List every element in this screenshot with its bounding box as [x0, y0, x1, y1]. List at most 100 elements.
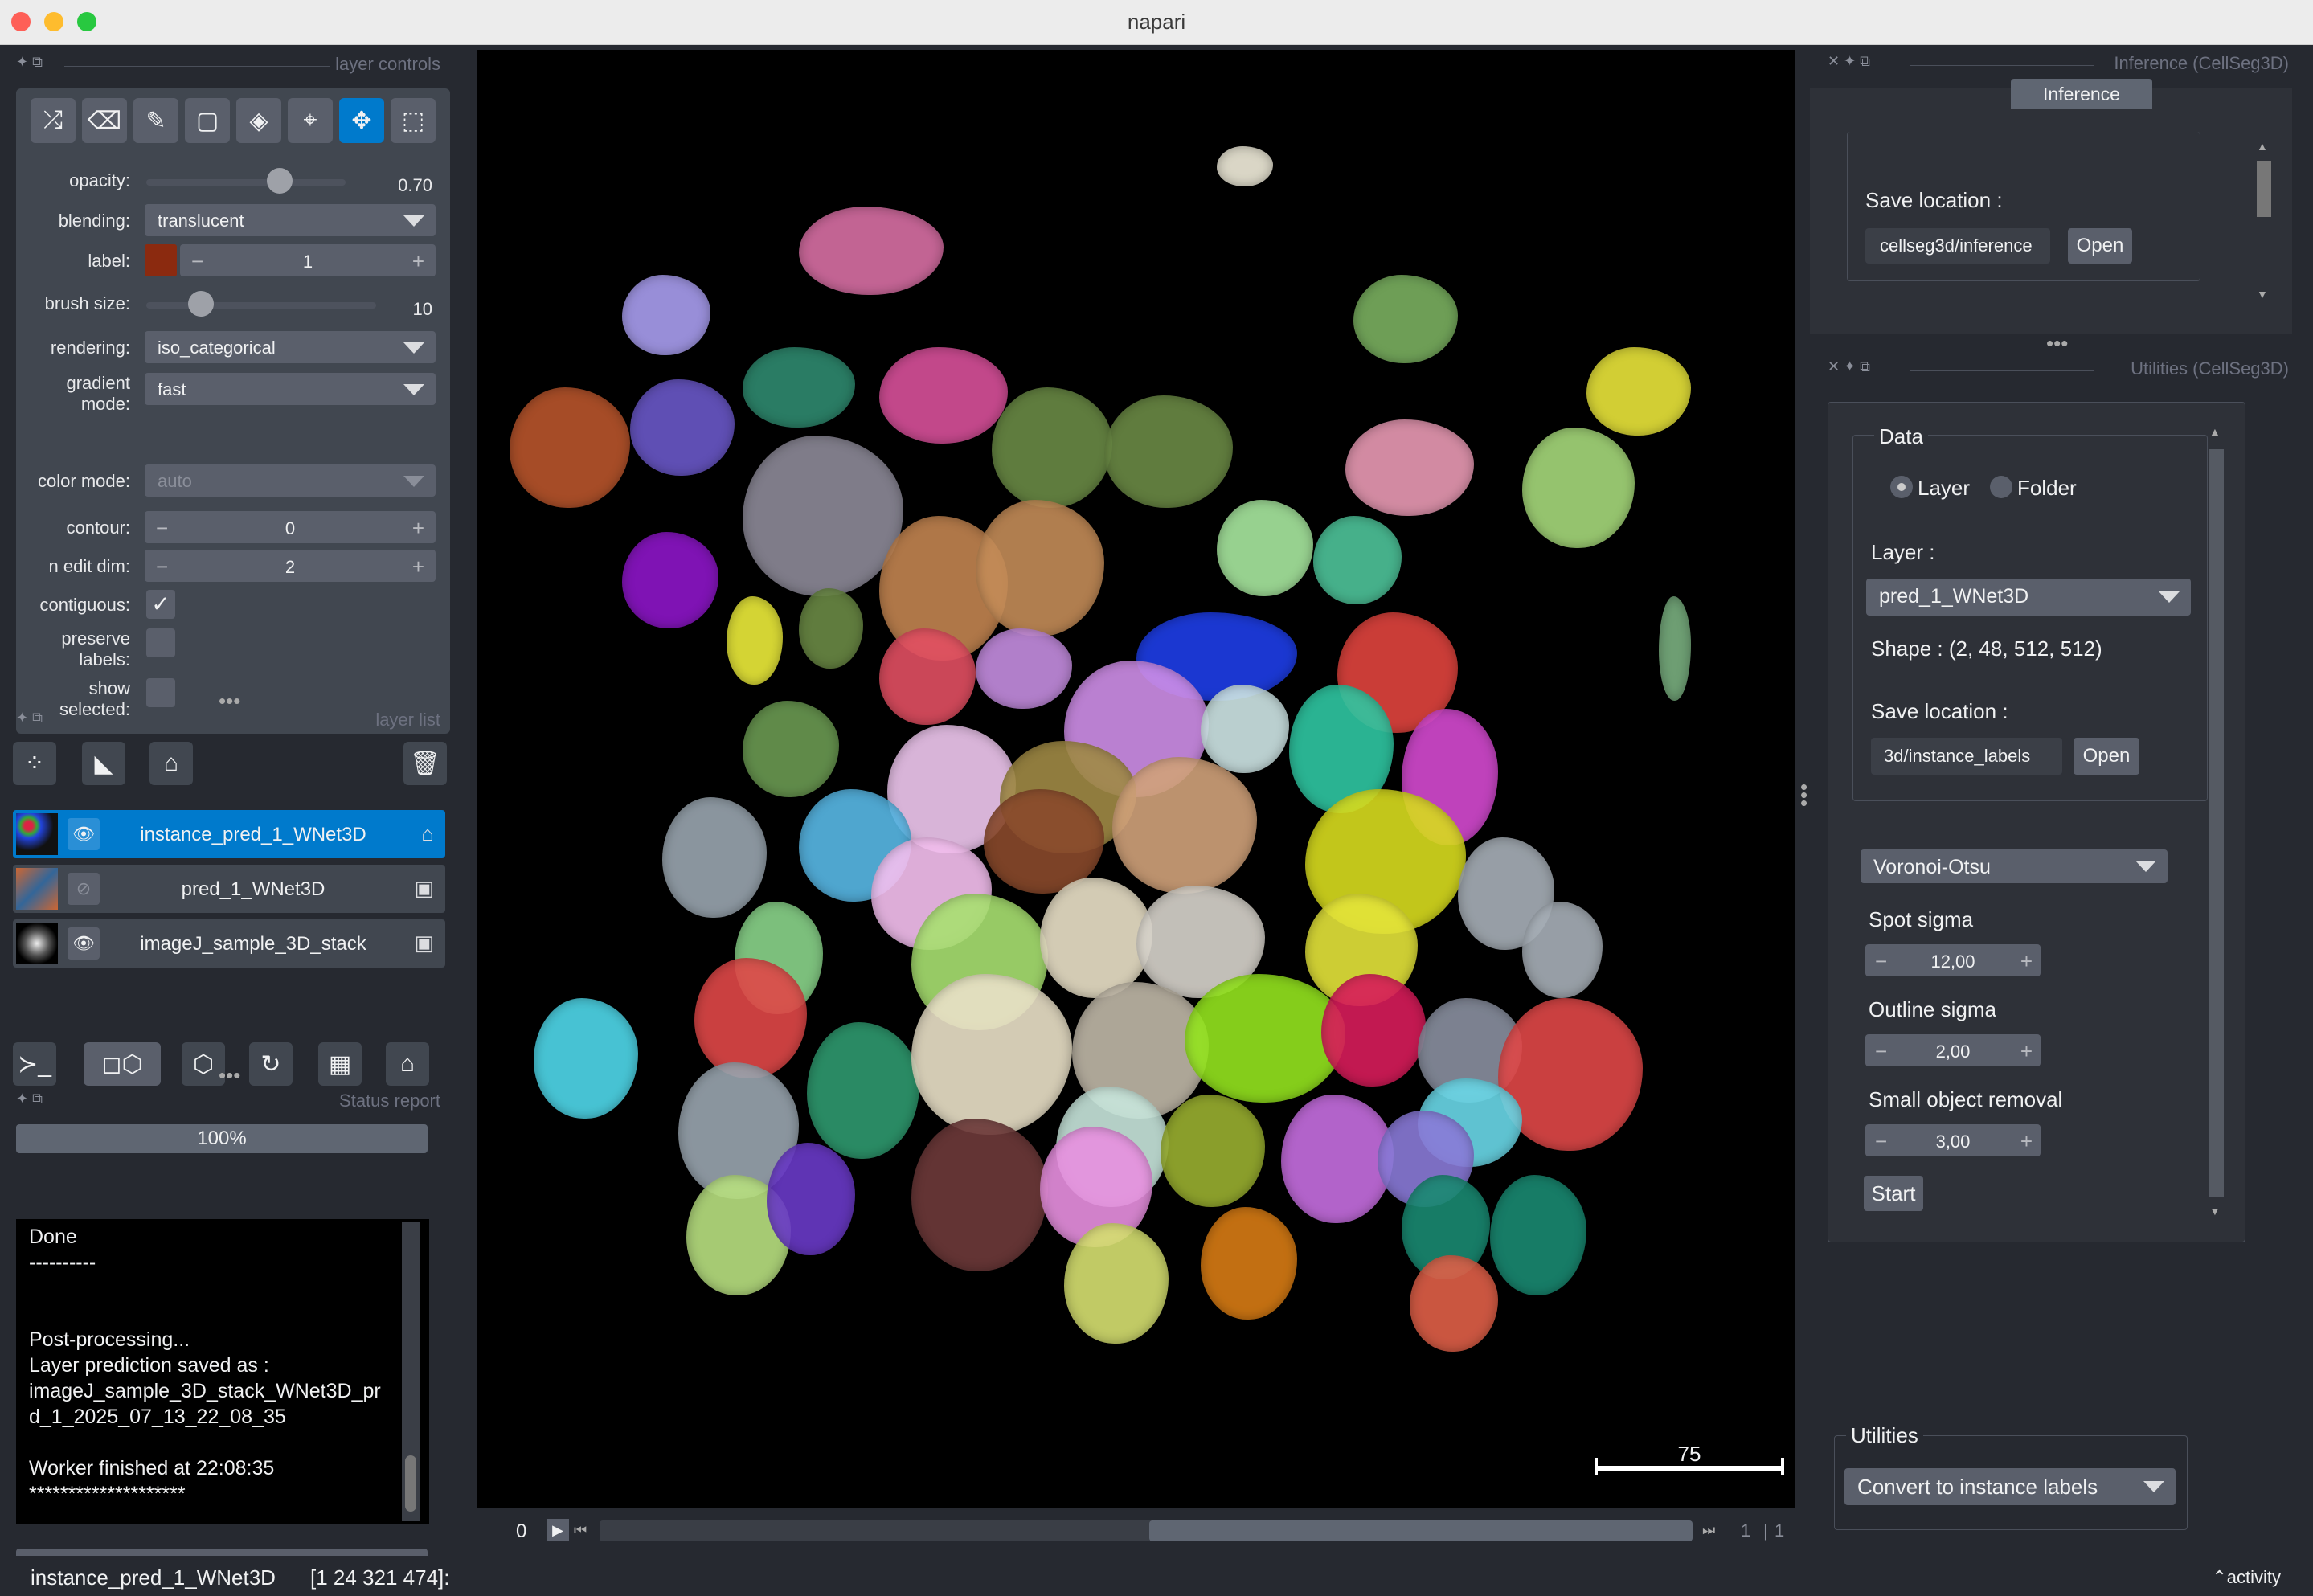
- radio-layer[interactable]: [1890, 476, 1913, 498]
- layer-select[interactable]: pred_1_WNet3D: [1866, 579, 2191, 616]
- layer-row[interactable]: 👁 imageJ_sample_3D_stack ▣: [13, 919, 445, 968]
- picker-icon[interactable]: ⌖: [288, 98, 333, 143]
- utility-select[interactable]: Convert to instance labels: [1844, 1468, 2176, 1505]
- chevron-down-icon: [2159, 591, 2180, 603]
- small-object-removal-spinbox[interactable]: − 3,00 +: [1865, 1124, 2041, 1156]
- splitter-handle[interactable]: •••: [2046, 331, 2068, 356]
- dims-slider[interactable]: [600, 1520, 1693, 1541]
- open-button[interactable]: Open: [2074, 738, 2139, 775]
- close-icon[interactable]: ✕ ✦ ⧉: [1828, 358, 1870, 375]
- activity-button[interactable]: ⌃activity: [2212, 1567, 2281, 1588]
- scroll-up-icon[interactable]: ▲: [2257, 140, 2268, 153]
- label-color-swatch[interactable]: [145, 244, 177, 276]
- transpose-icon[interactable]: ↻: [249, 1042, 293, 1086]
- scrollbar-thumb[interactable]: [2209, 449, 2224, 1197]
- dock-float-icon[interactable]: ✦ ⧉: [16, 710, 43, 726]
- eye-closed-icon[interactable]: ⊘: [68, 873, 100, 905]
- layer-controls-box: ⤮ ⌫ ✎ ▢ ◈ ⌖ ✥ ⬚ opacity: 0.70 blending: …: [16, 88, 450, 734]
- n-edit-dim-label: n edit dim:: [48, 556, 131, 576]
- delete-layer-icon[interactable]: 🗑: [403, 742, 447, 785]
- opacity-label: opacity:: [69, 170, 130, 190]
- tab-inference[interactable]: Inference: [2011, 79, 2152, 109]
- new-points-layer-icon[interactable]: ⁘: [13, 742, 56, 785]
- step-forward-icon[interactable]: ⏭: [1702, 1522, 1715, 1539]
- new-labels-layer-icon[interactable]: ⌂: [149, 742, 193, 785]
- segmented-cell: [1201, 685, 1289, 773]
- opacity-slider[interactable]: [146, 179, 346, 186]
- transform-icon[interactable]: ⬚: [391, 98, 436, 143]
- new-shapes-layer-icon[interactable]: ◣: [82, 742, 125, 785]
- gradient-mode-select[interactable]: fast: [145, 373, 436, 405]
- console-icon[interactable]: ≻_: [13, 1042, 56, 1086]
- shuffle-icon[interactable]: ⤮: [31, 98, 76, 143]
- polygon-icon[interactable]: ▢: [185, 98, 230, 143]
- open-button[interactable]: Open: [2068, 228, 2132, 264]
- segmented-cell: [1522, 428, 1635, 548]
- log-scrollbar[interactable]: [402, 1222, 420, 1521]
- utilities-scrollbar[interactable]: ▲ ▼: [2208, 425, 2225, 1224]
- scrollbar-thumb[interactable]: [2257, 161, 2271, 217]
- eye-icon[interactable]: 👁: [68, 818, 100, 850]
- scale-bar-label: 75: [1677, 1442, 1701, 1466]
- save-location-field[interactable]: 3d/instance_labels: [1871, 738, 2062, 775]
- scroll-up-icon[interactable]: ▲: [2209, 425, 2221, 438]
- segmented-cell: [767, 1143, 855, 1255]
- dock-float-icon[interactable]: ✦ ⧉: [16, 54, 43, 71]
- method-select[interactable]: Voronoi-Otsu: [1861, 849, 2168, 883]
- start-button[interactable]: Start: [1864, 1176, 1923, 1211]
- dock-float-icon[interactable]: ✦ ⧉: [16, 1091, 43, 1107]
- step-back-icon[interactable]: ⏮: [574, 1522, 587, 1539]
- increment-button[interactable]: +: [2020, 1039, 2033, 1064]
- rendering-select[interactable]: iso_categorical: [145, 331, 436, 363]
- fill-bucket-icon[interactable]: ◈: [236, 98, 281, 143]
- home-icon[interactable]: ⌂: [386, 1042, 429, 1086]
- increment-button[interactable]: +: [412, 555, 424, 579]
- increment-button[interactable]: +: [2020, 1129, 2033, 1154]
- contiguous-label: contiguous:: [39, 595, 130, 615]
- opacity-slider-handle[interactable]: [267, 168, 293, 194]
- brush-size-slider[interactable]: [146, 302, 376, 309]
- contour-spinbox[interactable]: − 0 +: [145, 511, 436, 543]
- splitter-handle[interactable]: •••: [1800, 776, 1807, 813]
- scroll-down-icon[interactable]: ▼: [2209, 1205, 2221, 1217]
- grid-icon[interactable]: ▦: [318, 1042, 362, 1086]
- radio-folder[interactable]: [1990, 476, 2012, 498]
- segmented-cell: [1201, 1207, 1297, 1320]
- brush-size-slider-handle[interactable]: [188, 291, 214, 317]
- layer-row[interactable]: ⊘ pred_1_WNet3D ▣: [13, 865, 445, 913]
- viewer-canvas[interactable]: 75: [477, 50, 1795, 1508]
- paintbrush-icon[interactable]: ✎: [133, 98, 178, 143]
- increment-button[interactable]: +: [2020, 949, 2033, 974]
- segmented-cell: [1104, 395, 1233, 508]
- spot-sigma-spinbox[interactable]: − 12,00 +: [1865, 944, 2041, 976]
- layer-thumbnail: [16, 868, 58, 910]
- increment-button[interactable]: +: [412, 249, 424, 274]
- close-icon[interactable]: ✕ ✦ ⧉: [1828, 53, 1870, 70]
- segmented-cell: [911, 1119, 1048, 1271]
- segmented-cell: [879, 347, 1008, 444]
- gradient-mode-label: gradient mode:: [66, 373, 130, 414]
- ndisplay-toggle-icon[interactable]: ◻⬡: [84, 1042, 161, 1086]
- increment-button[interactable]: +: [412, 516, 424, 541]
- color-mode-select[interactable]: auto: [145, 464, 436, 497]
- eraser-icon[interactable]: ⌫: [82, 98, 127, 143]
- save-location-field[interactable]: cellseg3d/inference: [1865, 228, 2050, 264]
- inference-scrollbar[interactable]: ▲ ▼: [2255, 137, 2273, 305]
- outline-sigma-spinbox[interactable]: − 2,00 +: [1865, 1034, 2041, 1066]
- scroll-down-icon[interactable]: ▼: [2257, 288, 2268, 301]
- show-selected-checkbox[interactable]: [146, 678, 175, 707]
- scrollbar-thumb[interactable]: [405, 1455, 416, 1512]
- preserve-labels-checkbox[interactable]: [146, 628, 175, 657]
- label-spinbox[interactable]: − 1 +: [180, 244, 436, 276]
- blending-select[interactable]: translucent: [145, 204, 436, 236]
- n-edit-dim-spinbox[interactable]: − 2 +: [145, 550, 436, 582]
- play-icon[interactable]: ▶: [547, 1519, 569, 1541]
- splitter-handle[interactable]: •••: [219, 1063, 240, 1088]
- dims-slider-handle[interactable]: [1149, 1520, 1693, 1541]
- pan-zoom-icon[interactable]: ✥: [339, 98, 384, 143]
- eye-icon[interactable]: 👁: [68, 927, 100, 960]
- contiguous-checkbox[interactable]: ✓: [146, 590, 175, 619]
- window-title: napari: [1127, 10, 1186, 34]
- layer-row[interactable]: 👁 instance_pred_1_WNet3D ⌂: [13, 810, 445, 858]
- segmented-cell: [879, 628, 976, 725]
